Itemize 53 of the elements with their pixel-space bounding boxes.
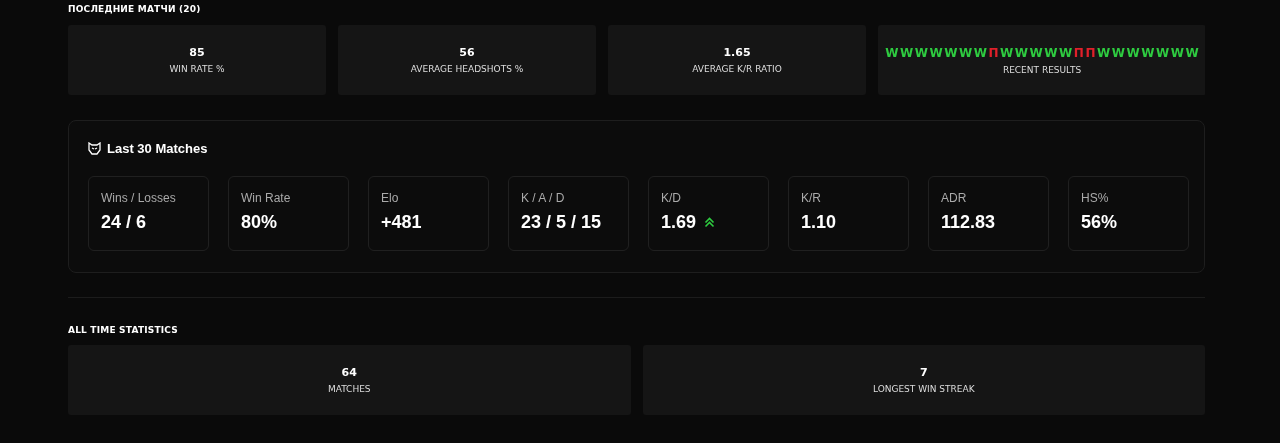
result-letter: W [1096, 45, 1111, 60]
stat-value: 64 [341, 366, 357, 379]
cat-head-icon [88, 142, 101, 155]
result-letter: П [1073, 45, 1084, 60]
result-letter: W [914, 45, 929, 60]
stat-label: K / A / D [521, 191, 566, 205]
stat-label: AVERAGE K/R RATIO [692, 64, 782, 74]
result-letter: W [1111, 45, 1125, 60]
stat-label: RECENT RESULTS [1002, 64, 1082, 75]
panel-title: Last 30 Matches [107, 141, 208, 156]
result-letter: W [959, 45, 973, 60]
stat-value: 1.65 [723, 46, 751, 59]
result-letter: W [1155, 45, 1170, 60]
stat-value: 23 / 5 / 15 [521, 212, 602, 233]
stat-value: 85 [189, 46, 205, 59]
result-letter: W [1059, 45, 1073, 60]
result-letter: W [1126, 45, 1140, 60]
stat-label: AVERAGE HEADSHOTS % [410, 64, 524, 74]
stat-label: HS% [1081, 191, 1110, 205]
stat-label: WIN RATE % [169, 64, 225, 74]
stat-value: 56% [1081, 212, 1118, 233]
result-letter: W [1044, 45, 1058, 60]
result-letter: W [944, 45, 958, 60]
stat-label: Elo [381, 191, 400, 205]
stat-value: 112.83 [941, 212, 996, 233]
section-title: ALL TIME STATISTICS [68, 325, 179, 337]
stat-value: +481 [381, 212, 422, 233]
stat-value: 1.10 [801, 212, 837, 233]
result-letter: W [1141, 45, 1155, 60]
result-letter: W [1029, 45, 1043, 60]
result-letter: П [1085, 45, 1096, 60]
result-letter: П [988, 45, 999, 60]
result-letter: W [1014, 45, 1029, 60]
stat-label: Win Rate [241, 191, 292, 205]
stat-value: 7 [919, 366, 928, 379]
stat-value: 80% [241, 212, 278, 233]
result-letter: W [929, 45, 943, 60]
result-letter: W [885, 45, 899, 60]
stat-label: K/R [801, 191, 822, 205]
stat-label: K/D [661, 191, 682, 205]
stat-label: Wins / Losses [101, 191, 177, 205]
section-title: ПОСЛЕДНИЕ МАТЧИ (20) [68, 3, 202, 16]
stat-value: 1.69 [661, 212, 697, 233]
stat-label: MATCHES [327, 384, 371, 394]
result-letter: W [973, 45, 988, 60]
stat-label: ADR [941, 191, 968, 205]
result-letter: W [1170, 45, 1184, 60]
stat-value: 24 / 6 [101, 212, 147, 233]
result-letter: W [1000, 45, 1014, 60]
result-letter: W [1185, 45, 1199, 60]
result-letter: W [900, 45, 914, 60]
stat-value: 56 [459, 46, 475, 59]
stat-label: LONGEST WIN STREAK [872, 384, 975, 394]
